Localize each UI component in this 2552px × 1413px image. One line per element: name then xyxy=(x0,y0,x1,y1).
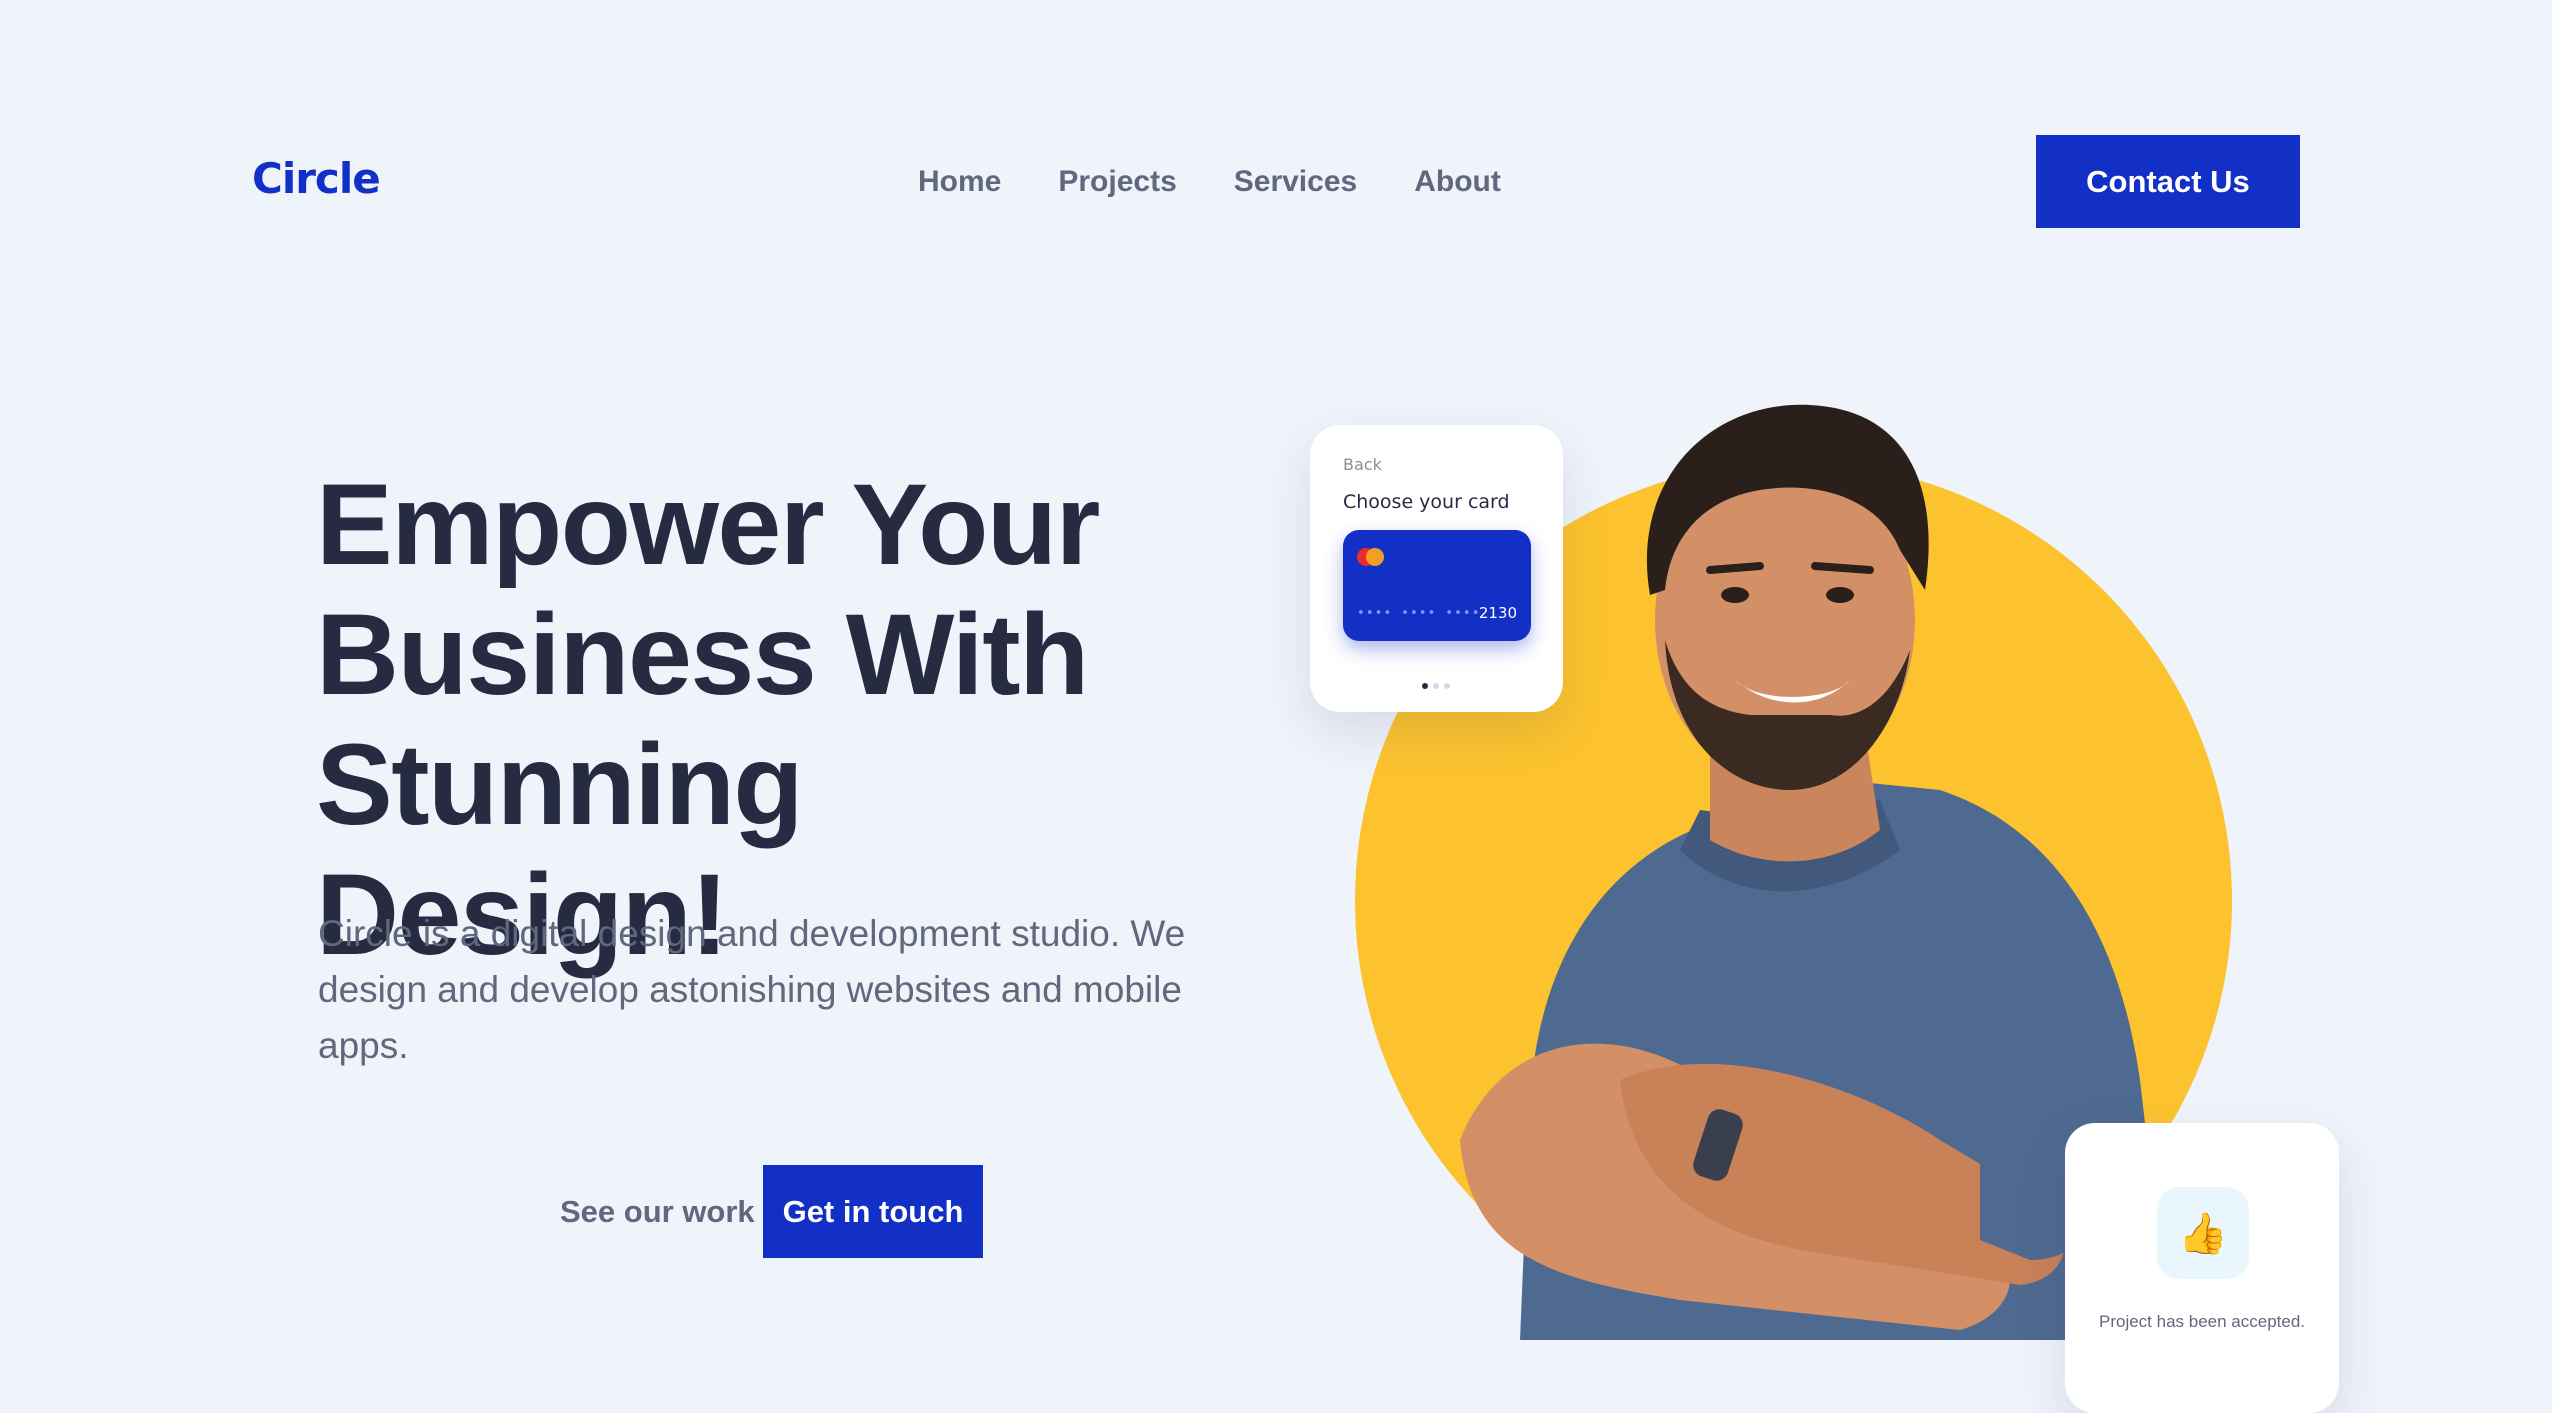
site-logo[interactable]: Circle xyxy=(252,154,381,204)
mastercard-icon xyxy=(1357,548,1387,566)
see-our-work-link[interactable]: See our work xyxy=(560,1190,755,1234)
thumbs-up-icon: 👍 xyxy=(2157,1187,2249,1279)
nav-home-link[interactable]: Home xyxy=(918,160,1001,204)
pager-dot-1[interactable] xyxy=(1422,683,1428,689)
hero-headline-line-1: Empower Your xyxy=(316,461,1100,589)
card-back-link[interactable]: Back xyxy=(1343,455,1382,474)
nav-services-link[interactable]: Services xyxy=(1234,160,1357,204)
contact-us-button[interactable]: Contact Us xyxy=(2036,135,2300,228)
main-nav: Home Projects Services About xyxy=(918,160,1501,204)
hero-description: Circle is a digital design and developme… xyxy=(318,913,1186,1066)
hero-headline-line-2: Business With xyxy=(316,591,1089,719)
choose-card-widget: Back Choose your card •••• •••• •••• 213… xyxy=(1310,425,1563,712)
get-in-touch-button[interactable]: Get in touch xyxy=(763,1165,983,1258)
card-pager xyxy=(1422,683,1450,689)
hero-headline: Empower Your Business With Stunning Desi… xyxy=(316,460,1216,980)
pager-dot-3[interactable] xyxy=(1444,683,1450,689)
payment-card[interactable]: •••• •••• •••• 2130 xyxy=(1343,530,1531,641)
project-accepted-widget: 👍 Project has been accepted. xyxy=(2065,1123,2339,1413)
project-accepted-message: Project has been accepted. xyxy=(2098,1312,2306,1331)
card-masked-number: •••• •••• •••• xyxy=(1357,606,1481,621)
card-last-digits: 2130 xyxy=(1478,604,1517,622)
nav-projects-link[interactable]: Projects xyxy=(1058,160,1176,204)
card-widget-title: Choose your card xyxy=(1343,491,1510,513)
pager-dot-2[interactable] xyxy=(1433,683,1439,689)
nav-about-link[interactable]: About xyxy=(1414,160,1501,204)
